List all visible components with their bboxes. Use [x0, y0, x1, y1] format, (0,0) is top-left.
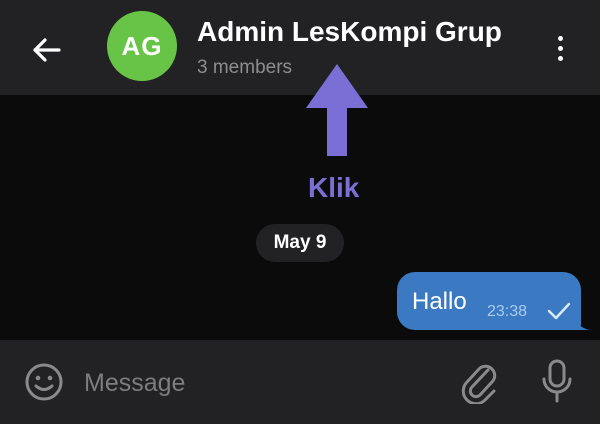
message-input[interactable]	[82, 361, 436, 405]
bubble-tail	[574, 316, 590, 330]
avatar-initials: AG	[121, 30, 163, 61]
annotation-label: Klik	[308, 172, 360, 203]
more-menu-button[interactable]	[545, 28, 575, 68]
message-bubble[interactable]: Hallo 23:38	[397, 272, 581, 330]
more-vertical-icon	[557, 35, 563, 41]
paperclip-icon[interactable]	[458, 360, 502, 404]
member-count[interactable]: 3 members	[197, 57, 292, 79]
chat-title[interactable]: Admin LesKompi Grup	[197, 16, 502, 48]
date-chip: May 9	[256, 224, 344, 262]
back-button[interactable]	[22, 30, 70, 70]
arrow-left-icon	[33, 38, 61, 62]
smile-icon[interactable]	[24, 362, 64, 402]
microphone-icon[interactable]	[540, 358, 574, 406]
arrow-up-icon	[306, 64, 368, 156]
sent-check-icon	[547, 302, 571, 320]
group-avatar[interactable]: AG	[107, 11, 177, 81]
message-time: 23:38	[487, 303, 528, 320]
message-text: Hallo	[412, 288, 467, 315]
